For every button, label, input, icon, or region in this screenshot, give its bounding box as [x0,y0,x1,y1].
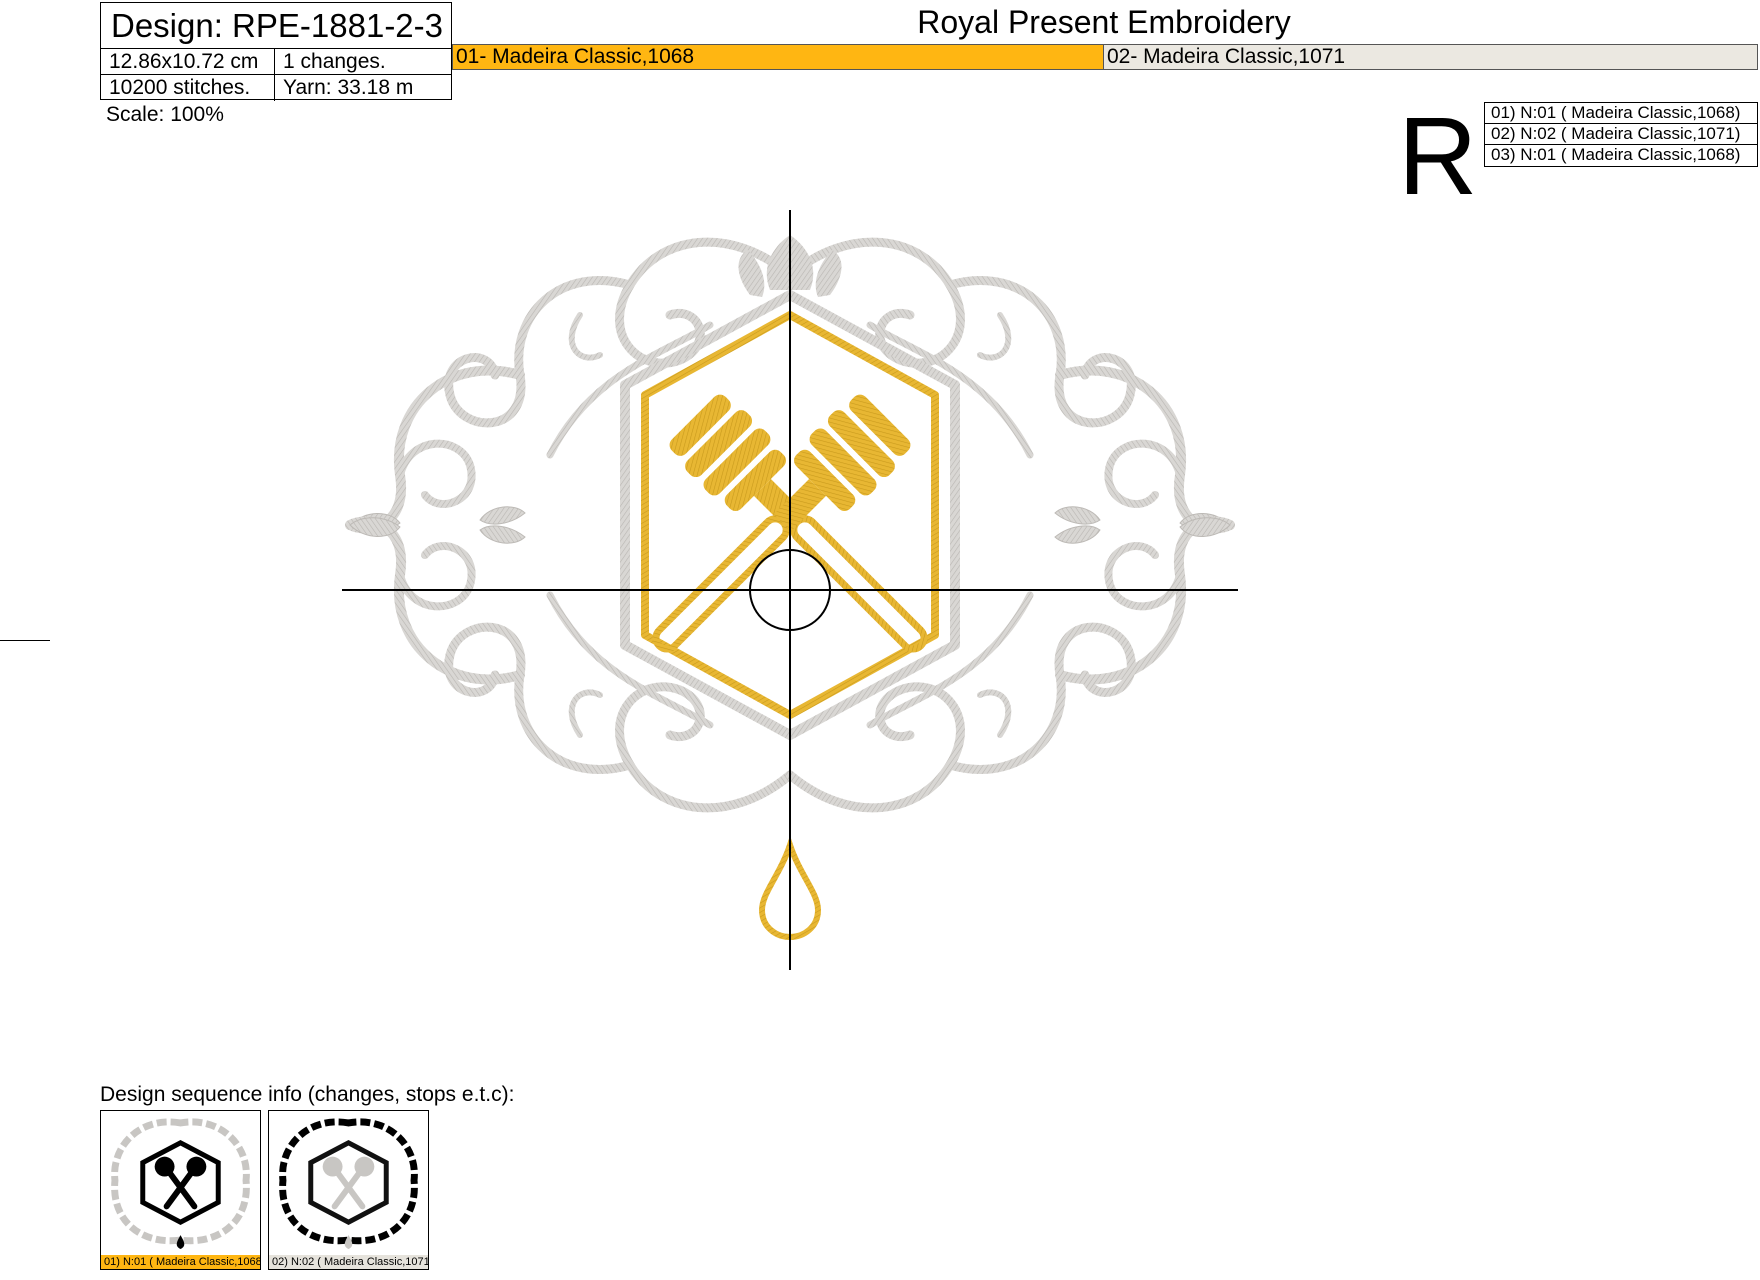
thumb-preview-1 [111,1118,250,1250]
legend-item: 02) N:02 ( Madeira Classic,1071) [1485,124,1757,145]
table-divider [274,49,275,101]
center-crosshair [342,210,1238,970]
legend-item: 03) N:01 ( Madeira Classic,1068) [1491,145,1741,164]
color-bar-1: 01- Madeira Classic,1068 [452,44,1104,70]
thumb-label-1: 01) N:01 ( Madeira Classic,1068) [101,1255,260,1269]
color-changes-count: 1 changes. [283,50,386,73]
logo-letter: R [1398,95,1478,218]
sequence-title: Design sequence info (changes, stops e.t… [100,1083,515,1106]
thumb-preview-2 [279,1118,418,1250]
legend-item: 01) N:01 ( Madeira Classic,1068) [1485,103,1757,124]
thread-legend: 01) N:01 ( Madeira Classic,1068) 02) N:0… [1484,102,1758,167]
company-name: Royal Present Embroidery [917,4,1291,40]
yarn-length: Yarn: 33.18 m [283,76,414,99]
design-title: Design: RPE-1881-2-3 [111,7,443,44]
stitch-count: 10200 stitches. [109,76,251,99]
color-bar-2: 02- Madeira Classic,1071 [1103,44,1758,70]
thumb-label-2: 02) N:02 ( Madeira Classic,1071) [269,1255,428,1269]
embroidery-design-preview [342,210,1238,970]
design-info-table: Design: RPE-1881-2-3 12.86x10.72 cm 1 ch… [100,2,452,101]
honey-dipper-right [652,394,911,653]
design-size: 12.86x10.72 cm [109,50,259,73]
sequence-thumb-2[interactable]: 02) N:02 ( Madeira Classic,1071) [268,1110,429,1270]
honey-dipper-left [669,394,928,653]
ruler-tick [0,640,50,641]
scale-label: Scale: 100% [106,103,224,126]
sequence-thumb-1[interactable]: 01) N:01 ( Madeira Classic,1068) [100,1110,261,1270]
